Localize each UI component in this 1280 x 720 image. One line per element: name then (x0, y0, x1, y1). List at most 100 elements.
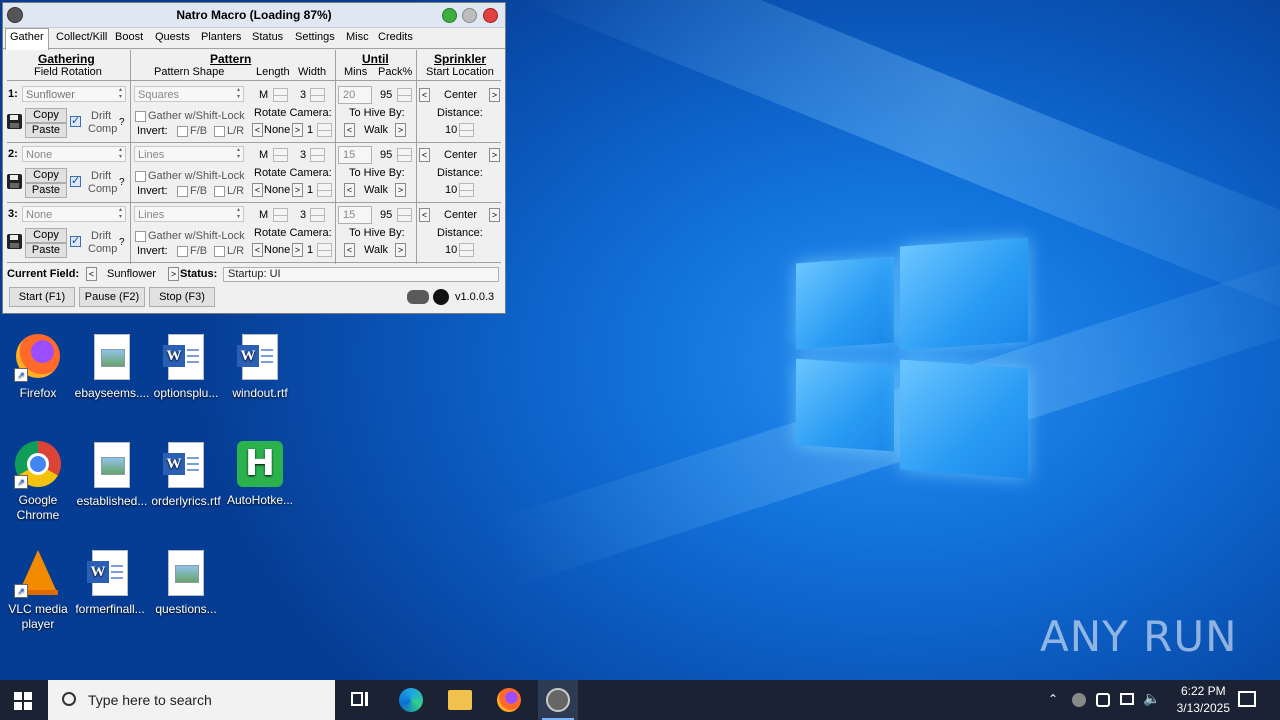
hive-left-arrow[interactable]: < (344, 243, 355, 257)
natro-taskbar-button[interactable] (538, 680, 578, 720)
field-dropdown[interactable]: Sunflower (22, 86, 126, 102)
edge-icon[interactable] (399, 688, 423, 712)
hive-right-arrow[interactable]: > (395, 123, 406, 137)
mins-input[interactable]: 20 (338, 86, 372, 104)
tab-gather[interactable]: Gather (5, 28, 49, 50)
tab-settings[interactable]: Settings (295, 31, 335, 43)
length-spinner[interactable] (273, 148, 288, 162)
length-spinner[interactable] (273, 208, 288, 222)
discord-icon[interactable] (407, 290, 429, 304)
location-left-arrow[interactable]: < (419, 148, 430, 162)
location-left-arrow[interactable]: < (419, 88, 430, 102)
width-spinner[interactable] (310, 148, 325, 162)
tab-status[interactable]: Status (252, 31, 283, 43)
tab-collect-kill[interactable]: Collect/Kill (56, 31, 107, 43)
width-spinner[interactable] (310, 208, 325, 222)
minimize-button[interactable] (442, 8, 457, 23)
hive-left-arrow[interactable]: < (344, 123, 355, 137)
shift-lock-checkbox[interactable] (135, 171, 146, 182)
rotate-spinner[interactable] (317, 123, 332, 137)
rotate-spinner[interactable] (317, 243, 332, 257)
field-dropdown[interactable]: None (22, 146, 126, 162)
tab-planters[interactable]: Planters (201, 31, 241, 43)
rotate-right-arrow[interactable]: > (292, 243, 303, 257)
desktop-icon-chrome[interactable]: ↗ Google Chrome (0, 440, 76, 523)
desktop-icon-image-file[interactable]: ebayseems.... (74, 332, 150, 401)
tab-boost[interactable]: Boost (115, 31, 143, 43)
tab-misc[interactable]: Misc (346, 31, 369, 43)
desktop-icon-firefox[interactable]: ↗ Firefox (0, 332, 76, 401)
rotate-left-arrow[interactable]: < (252, 123, 263, 137)
paste-button[interactable]: Paste (25, 123, 67, 138)
copy-button[interactable]: Copy (25, 228, 67, 243)
hive-right-arrow[interactable]: > (395, 183, 406, 197)
distance-spinner[interactable] (459, 123, 474, 137)
desktop-icon-autohotkey[interactable]: H AutoHotke... (222, 440, 298, 508)
location-left-arrow[interactable]: < (419, 208, 430, 222)
location-right-arrow[interactable]: > (489, 88, 500, 102)
distance-spinner[interactable] (459, 243, 474, 257)
pattern-shape-dropdown[interactable]: Squares (134, 86, 244, 102)
maximize-button[interactable] (462, 8, 477, 23)
current-field-left-arrow[interactable]: < (86, 267, 97, 281)
close-button[interactable] (483, 8, 498, 23)
desktop-icon-vlc[interactable]: ↗ VLC media player (0, 548, 76, 632)
rotate-left-arrow[interactable]: < (252, 183, 263, 197)
pattern-shape-dropdown[interactable]: Lines (134, 206, 244, 222)
mins-input[interactable]: 15 (338, 206, 372, 224)
shift-lock-checkbox[interactable] (135, 111, 146, 122)
desktop-icon-word-file[interactable]: W formerfinall... (72, 548, 148, 617)
pause-button[interactable]: Pause (F2) (79, 287, 145, 307)
drift-comp-checkbox[interactable] (70, 114, 81, 127)
chevron-up-icon[interactable]: ⌃ (1048, 692, 1058, 706)
pack-spinner[interactable] (397, 148, 412, 162)
natro-tray-icon[interactable] (1072, 693, 1086, 707)
shift-lock-checkbox[interactable] (135, 231, 146, 242)
width-spinner[interactable] (310, 88, 325, 102)
paste-button[interactable]: Paste (25, 243, 67, 258)
tab-quests[interactable]: Quests (155, 31, 190, 43)
pattern-shape-dropdown[interactable]: Lines (134, 146, 244, 162)
desktop-icon-image-file[interactable]: questions... (148, 548, 224, 617)
network-icon[interactable] (1120, 693, 1134, 705)
desktop-icon-word-file[interactable]: W orderlyrics.rtf (148, 440, 224, 509)
volume-icon[interactable]: 🔈 (1143, 691, 1160, 707)
invert-lr-checkbox[interactable] (214, 126, 225, 137)
device-tray-icon[interactable] (1096, 693, 1110, 707)
firefox-taskbar-icon[interactable] (497, 688, 521, 712)
rotate-right-arrow[interactable]: > (292, 183, 303, 197)
title-bar[interactable]: Natro Macro (Loading 87%) (3, 3, 505, 28)
save-icon[interactable] (7, 234, 22, 249)
drift-comp-checkbox[interactable] (70, 174, 81, 187)
notification-icon[interactable] (1238, 691, 1256, 707)
invert-fb-checkbox[interactable] (177, 126, 188, 137)
stop-button[interactable]: Stop (F3) (149, 287, 215, 307)
copy-button[interactable]: Copy (25, 108, 67, 123)
system-clock[interactable]: 6:22 PM 3/13/2025 (1177, 683, 1230, 717)
invert-lr-checkbox[interactable] (214, 246, 225, 257)
pack-spinner[interactable] (397, 88, 412, 102)
rotate-right-arrow[interactable]: > (292, 123, 303, 137)
rotate-left-arrow[interactable]: < (252, 243, 263, 257)
desktop-icon-word-file[interactable]: W windout.rtf (222, 332, 298, 401)
location-right-arrow[interactable]: > (489, 208, 500, 222)
taskbar-search-box[interactable]: Type here to search (48, 680, 335, 720)
distance-spinner[interactable] (459, 183, 474, 197)
task-view-icon[interactable] (348, 688, 372, 712)
desktop-icon-word-file[interactable]: W optionsplu... (148, 332, 224, 401)
invert-fb-checkbox[interactable] (177, 246, 188, 257)
location-right-arrow[interactable]: > (489, 148, 500, 162)
help-icon[interactable]: ? (119, 177, 125, 188)
drift-comp-checkbox[interactable] (70, 234, 81, 247)
hive-left-arrow[interactable]: < (344, 183, 355, 197)
file-explorer-icon[interactable] (448, 690, 472, 710)
hive-right-arrow[interactable]: > (395, 243, 406, 257)
pack-spinner[interactable] (397, 208, 412, 222)
save-icon[interactable] (7, 174, 22, 189)
field-dropdown[interactable]: None (22, 206, 126, 222)
copy-button[interactable]: Copy (25, 168, 67, 183)
help-icon[interactable]: ? (119, 237, 125, 248)
invert-fb-checkbox[interactable] (177, 186, 188, 197)
start-button[interactable]: Start (F1) (9, 287, 75, 307)
mins-input[interactable]: 15 (338, 146, 372, 164)
